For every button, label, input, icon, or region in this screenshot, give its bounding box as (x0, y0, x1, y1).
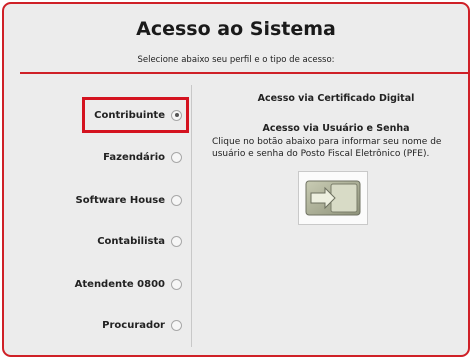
profile-option-fazendario[interactable]: Fazendário (60, 148, 182, 166)
profile-option-atendente-0800[interactable]: Atendente 0800 (40, 275, 182, 293)
profile-label: Fazendário (103, 151, 165, 163)
login-arrow-icon (305, 180, 361, 216)
profile-radio-procurador[interactable] (171, 319, 182, 331)
profile-option-procurador[interactable]: Procurador (60, 316, 182, 334)
profile-option-software-house[interactable]: Software House (40, 191, 182, 209)
user-access-title: Acesso via Usuário e Senha (262, 123, 410, 134)
access-section: Acesso via Certificado Digital Acesso vi… (212, 93, 460, 160)
page-subtitle: Selecione abaixo seu perfil e o tipo de … (137, 55, 335, 65)
selected-profile-highlight (82, 97, 189, 133)
profile-label: Contabilista (97, 235, 165, 247)
header-divider (20, 72, 468, 74)
user-access-description: Clique no botão abaixo para informar seu… (212, 137, 442, 159)
profile-label: Atendente 0800 (74, 278, 165, 290)
profile-label: Software House (75, 194, 165, 206)
column-divider (191, 85, 192, 347)
profile-option-contabilista[interactable]: Contabilista (60, 232, 182, 250)
login-panel: Acesso ao Sistema Selecione abaixo seu p… (2, 2, 470, 357)
profile-radio-fazendario[interactable] (171, 151, 182, 163)
certificate-access-link[interactable]: Acesso via Certificado Digital (212, 93, 460, 104)
profile-radio-contabilista[interactable] (171, 235, 182, 247)
profile-radio-atendente-0800[interactable] (171, 278, 182, 290)
page-title: Acesso ao Sistema (136, 18, 336, 40)
pfe-login-button[interactable] (298, 171, 368, 225)
profile-radio-software-house[interactable] (171, 194, 182, 206)
profile-label: Procurador (102, 319, 165, 331)
